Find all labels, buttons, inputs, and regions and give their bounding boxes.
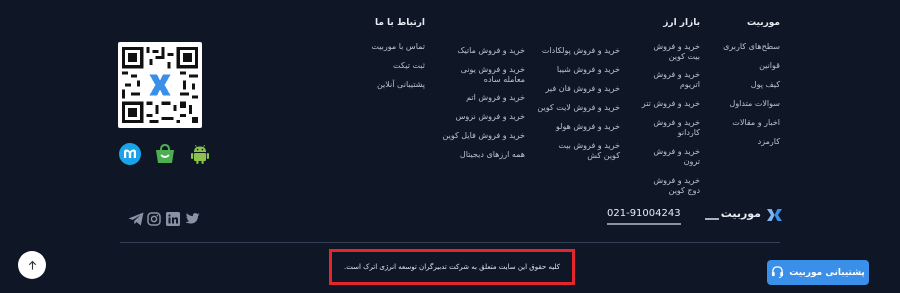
footer-column-coins-1: خرید و فروش پولکادات خرید و فروش شیبا خر…	[525, 32, 620, 169]
footer-link[interactable]: کیف پول	[690, 80, 780, 90]
footer-column-market: بازار ارز خرید و فروش بیت کوین خرید و فر…	[640, 18, 700, 204]
footer-link[interactable]: خرید و فروش اتریوم	[640, 70, 700, 90]
footer-column-contact: ارتباط با ما تماس با موربیت ثبت تیکت پشت…	[365, 18, 425, 99]
twitter-icon[interactable]	[185, 211, 200, 225]
footer-link[interactable]: اخبار و مقالات	[690, 118, 780, 128]
footer-link[interactable]: همه ارزهای دیجیتال	[433, 150, 525, 160]
instagram-icon[interactable]	[147, 211, 161, 226]
headset-icon	[771, 265, 784, 281]
column-title: بازار ارز	[663, 18, 700, 28]
myket-icon[interactable]	[118, 142, 142, 166]
brand-name: موربیت	[720, 207, 761, 220]
column-title: ارتباط با ما	[374, 18, 425, 28]
footer-link[interactable]: خرید و فروش دوج کوین	[640, 176, 700, 196]
footer-link[interactable]: خرید و فروش بیت کوین	[640, 42, 700, 62]
footer-link[interactable]: خرید و فروش لایت کوین	[525, 103, 620, 113]
footer-link[interactable]: خرید و فروش شیبا	[525, 65, 620, 75]
telegram-icon[interactable]	[128, 211, 144, 226]
footer-link[interactable]: تماس با موربیت	[365, 42, 425, 52]
footer-link[interactable]: خرید و فروش یونی معامله ساده	[445, 65, 525, 85]
bazaar-icon[interactable]	[153, 142, 177, 166]
footer-link[interactable]: خرید و فروش بیت کوین کش	[542, 141, 620, 161]
column-title: موربیت	[747, 18, 780, 28]
footer-link[interactable]: خرید و فروش تتر	[640, 99, 700, 109]
copyright-highlight-box: کلیه حقوق این سایت متعلق به شرکت تدبیرگر…	[329, 249, 575, 285]
footer-link[interactable]: خرید و فروش نزوس	[433, 112, 525, 122]
footer-column-moorbit: موربیت سطح‌های کاربری قوانین کیف پول سوا…	[690, 18, 780, 156]
footer-link[interactable]: ثبت تیکت	[365, 61, 425, 71]
support-chat-button[interactable]: پشتیبانی موربیت	[767, 260, 869, 285]
footer-link[interactable]: خرید و فروش ماتیک	[433, 46, 525, 56]
footer-link[interactable]: پشتیبانی آنلاین	[365, 80, 425, 90]
qr-code-icon	[122, 47, 198, 123]
footer-link[interactable]: خرید و فروش پولکادات	[525, 46, 620, 56]
footer-link[interactable]: خرید و فروش هولو	[525, 122, 620, 132]
footer-column-coins-2: خرید و فروش ماتیک خرید و فروش یونی معامل…	[433, 32, 526, 169]
scroll-to-top-button[interactable]	[18, 251, 46, 279]
support-button-label: پشتیبانی موربیت	[789, 267, 865, 278]
copyright-text: کلیه حقوق این سایت متعلق به شرکت تدبیرگر…	[344, 263, 560, 271]
brand-logo[interactable]: موربیت	[705, 204, 783, 226]
footer-divider	[120, 242, 780, 243]
footer-link[interactable]: خرید و فروش ترون	[640, 147, 700, 167]
linkedin-icon[interactable]	[166, 211, 180, 226]
android-icon[interactable]	[188, 142, 212, 166]
footer-link[interactable]: سطح‌های کاربری	[690, 42, 780, 52]
footer-link[interactable]: خرید و فروش فایل کوین	[433, 131, 526, 141]
footer-link[interactable]: کارمزد	[690, 137, 780, 147]
footer-link[interactable]: خرید و فروش اتم	[433, 93, 525, 103]
footer-link[interactable]: خرید و فروش فان فیر	[525, 84, 620, 94]
footer-link[interactable]: خرید و فروش کاردانو	[640, 118, 700, 138]
arrow-up-icon	[27, 256, 38, 275]
support-phone-number[interactable]: 021-91004243	[607, 208, 681, 225]
footer-link[interactable]: قوانین	[690, 61, 780, 71]
footer-link[interactable]: سوالات متداول	[690, 99, 781, 109]
app-download-qr-code	[118, 42, 202, 128]
